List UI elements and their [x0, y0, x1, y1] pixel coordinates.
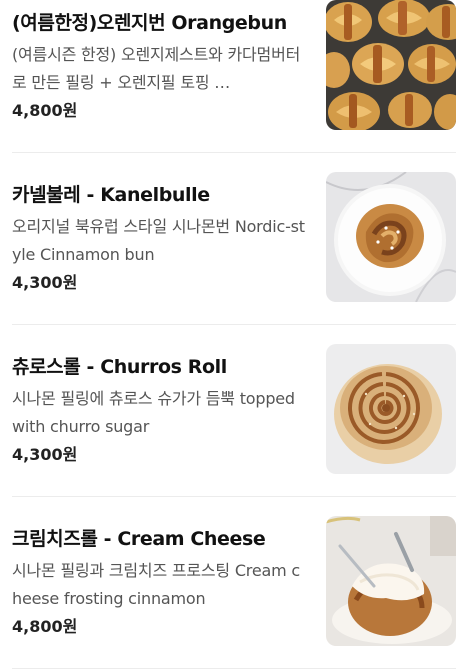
- divider: [12, 668, 456, 669]
- menu-item-text: 츄로스롤 - Churros Roll 시나몬 필링에 츄로스 슈가가 듬뿍 t…: [12, 344, 308, 467]
- divider: [12, 496, 456, 497]
- menu-item-name: 카넬불레 - Kanelbulle: [12, 184, 210, 206]
- cream-cheese-roll-photo[interactable]: [326, 516, 456, 646]
- menu-item-churros-roll[interactable]: 츄로스롤 - Churros Roll 시나몬 필링에 츄로스 슈가가 듬뿍 t…: [12, 344, 456, 474]
- orange-bun-image: [326, 0, 456, 130]
- churros-roll-photo[interactable]: [326, 344, 456, 474]
- cream-cheese-roll-image: [326, 516, 456, 646]
- menu-item-name: 크림치즈롤 - Cream Cheese: [12, 528, 266, 550]
- menu-item-name: 츄로스롤 - Churros Roll: [12, 356, 227, 378]
- divider: [12, 152, 456, 153]
- menu-list: (여름한정)오렌지번 Orangebun (여름시즌 한정) 오렌지제스트와 카…: [0, 0, 468, 672]
- menu-item-kanelbulle[interactable]: 카넬불레 - Kanelbulle 오리지널 북유럽 스타일 시나몬번 Nord…: [12, 172, 456, 302]
- menu-item-text: 카넬불레 - Kanelbulle 오리지널 북유럽 스타일 시나몬번 Nord…: [12, 172, 308, 295]
- menu-item-description: (여름시즌 한정) 오렌지제스트와 카다멈버터로 만든 필링 + 오렌지필 토핑…: [12, 45, 301, 92]
- menu-item-name: (여름한정)오렌지번 Orangebun: [12, 12, 287, 34]
- kanelbulle-image: [326, 172, 456, 302]
- kanelbulle-plate-photo[interactable]: [326, 172, 456, 302]
- orange-bun-tray-photo[interactable]: [326, 0, 456, 130]
- divider: [12, 324, 456, 325]
- menu-item-price: 4,800원: [12, 617, 78, 636]
- menu-item-description: 시나몬 필링에 츄로스 슈가가 듬뿍 topped with churro su…: [12, 389, 295, 436]
- menu-item-description: 오리지널 북유럽 스타일 시나몬번 Nordic-style Cinnamon …: [12, 217, 305, 264]
- churros-roll-image: [326, 344, 456, 474]
- menu-item-price: 4,300원: [12, 273, 78, 292]
- menu-item-price: 4,300원: [12, 445, 78, 464]
- menu-item-description: 시나몬 필링과 크림치즈 프로스팅 Cream cheese frosting …: [12, 561, 300, 608]
- menu-item-cream-cheese-roll[interactable]: 크림치즈롤 - Cream Cheese 시나몬 필링과 크림치즈 프로스팅 C…: [12, 516, 456, 646]
- menu-item-price: 4,800원: [12, 101, 78, 120]
- menu-item-text: (여름한정)오렌지번 Orangebun (여름시즌 한정) 오렌지제스트와 카…: [12, 0, 308, 123]
- menu-item-text: 크림치즈롤 - Cream Cheese 시나몬 필링과 크림치즈 프로스팅 C…: [12, 516, 308, 639]
- menu-item-orangebun[interactable]: (여름한정)오렌지번 Orangebun (여름시즌 한정) 오렌지제스트와 카…: [12, 0, 456, 130]
